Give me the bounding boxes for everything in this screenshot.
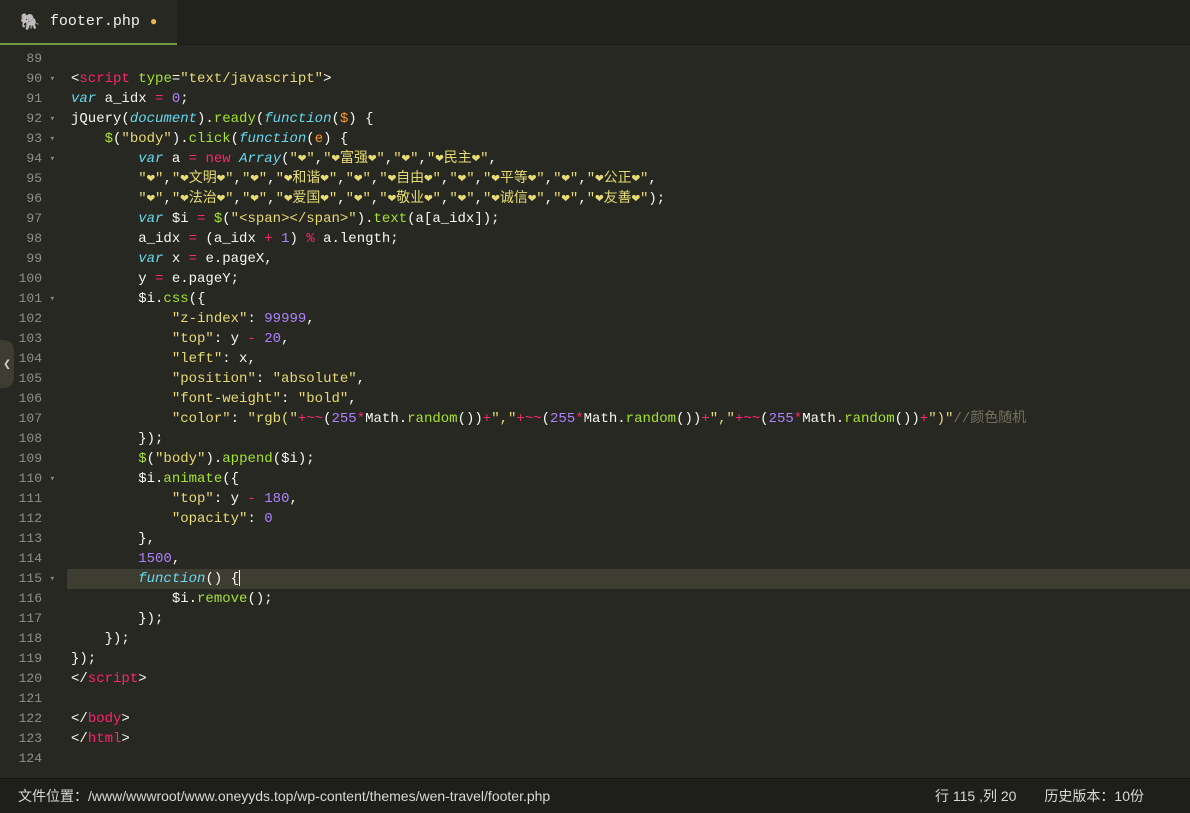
code-line[interactable]: });	[67, 609, 1190, 629]
line-number: 116	[0, 589, 55, 609]
code-line[interactable]: "top": y - 180,	[67, 489, 1190, 509]
line-number: 118	[0, 629, 55, 649]
code-line[interactable]: </html>	[67, 729, 1190, 749]
code-line[interactable]: var $i = $("<span></span>").text(a[a_idx…	[67, 209, 1190, 229]
line-number: 122	[0, 709, 55, 729]
code-area[interactable]: <script type="text/javascript">var a_idx…	[67, 45, 1190, 778]
code-line[interactable]: $("body").click(function(e) {	[67, 129, 1190, 149]
line-number: 108	[0, 429, 55, 449]
tab-title: footer.php	[50, 13, 140, 30]
code-line[interactable]: });	[67, 429, 1190, 449]
line-number: 106	[0, 389, 55, 409]
line-number: 91	[0, 89, 55, 109]
line-number: 114	[0, 549, 55, 569]
editor: ❮ 8990▾9192▾93▾94▾9596979899100101▾102 10…	[0, 45, 1190, 778]
line-number: 124	[0, 749, 55, 769]
code-line[interactable]: "opacity": 0	[67, 509, 1190, 529]
code-line[interactable]: $i.remove();	[67, 589, 1190, 609]
code-line[interactable]: function() {	[67, 569, 1190, 589]
code-line[interactable]: "z-index": 99999,	[67, 309, 1190, 329]
code-line[interactable]	[67, 49, 1190, 69]
history-versions[interactable]: 历史版本：10份	[1044, 786, 1144, 806]
code-line[interactable]: });	[67, 649, 1190, 669]
line-number: 96	[0, 189, 55, 209]
line-number: 115▾	[0, 569, 55, 589]
line-number: 99	[0, 249, 55, 269]
code-line[interactable]: jQuery(document).ready(function($) {	[67, 109, 1190, 129]
code-line[interactable]: });	[67, 629, 1190, 649]
tab-bar: 🐘 footer.php ●	[0, 0, 1190, 45]
line-number: 94▾	[0, 149, 55, 169]
line-gutter: 8990▾9192▾93▾94▾9596979899100101▾1021031…	[0, 45, 67, 778]
line-number: 123	[0, 729, 55, 749]
line-number: 98	[0, 229, 55, 249]
code-line[interactable]: var a_idx = 0;	[67, 89, 1190, 109]
code-line[interactable]: <script type="text/javascript">	[67, 69, 1190, 89]
line-number: 119	[0, 649, 55, 669]
code-line[interactable]: "❤","❤法治❤","❤","❤爱国❤","❤","❤敬业❤","❤","❤诚…	[67, 189, 1190, 209]
line-number: 117	[0, 609, 55, 629]
line-number: 113	[0, 529, 55, 549]
line-number: 92▾	[0, 109, 55, 129]
code-line[interactable]: },	[67, 529, 1190, 549]
line-number: 100	[0, 269, 55, 289]
line-number: 110▾	[0, 469, 55, 489]
line-number: 120	[0, 669, 55, 689]
line-number: 90▾	[0, 69, 55, 89]
line-number: 107	[0, 409, 55, 429]
code-line[interactable]: </script>	[67, 669, 1190, 689]
tab-footer-php[interactable]: 🐘 footer.php ●	[0, 0, 177, 45]
line-number: 101▾	[0, 289, 55, 309]
code-line[interactable]: a_idx = (a_idx + 1) % a.length;	[67, 229, 1190, 249]
code-line[interactable]	[67, 749, 1190, 769]
line-number: 93▾	[0, 129, 55, 149]
code-line[interactable]: "position": "absolute",	[67, 369, 1190, 389]
file-path: 文件位置：/www/wwwroot/www.oneyyds.top/wp-con…	[18, 786, 550, 806]
line-number: 89	[0, 49, 55, 69]
code-line[interactable]: $i.animate({	[67, 469, 1190, 489]
code-line[interactable]: "color": "rgb("+~~(255*Math.random())+",…	[67, 409, 1190, 429]
code-line[interactable]: "❤","❤文明❤","❤","❤和谐❤","❤","❤自由❤","❤","❤平…	[67, 169, 1190, 189]
status-bar: 文件位置：/www/wwwroot/www.oneyyds.top/wp-con…	[0, 778, 1190, 813]
panel-collapse-chevron[interactable]: ❮	[0, 340, 14, 388]
code-line[interactable]	[67, 689, 1190, 709]
code-line[interactable]: "font-weight": "bold",	[67, 389, 1190, 409]
line-number: 97	[0, 209, 55, 229]
code-line[interactable]: 1500,	[67, 549, 1190, 569]
line-number: 121	[0, 689, 55, 709]
line-number: 112	[0, 509, 55, 529]
cursor-position: 行 115 ,列 20	[935, 786, 1016, 806]
code-line[interactable]: </body>	[67, 709, 1190, 729]
code-line[interactable]: "top": y - 20,	[67, 329, 1190, 349]
code-line[interactable]: var a = new Array("❤","❤富强❤","❤","❤民主❤",	[67, 149, 1190, 169]
line-number: 111	[0, 489, 55, 509]
file-icon: 🐘	[20, 12, 40, 32]
code-line[interactable]: y = e.pageY;	[67, 269, 1190, 289]
line-number: 95	[0, 169, 55, 189]
code-line[interactable]: "left": x,	[67, 349, 1190, 369]
code-line[interactable]: $i.css({	[67, 289, 1190, 309]
code-line[interactable]: $("body").append($i);	[67, 449, 1190, 469]
code-line[interactable]: var x = e.pageX,	[67, 249, 1190, 269]
line-number: 109	[0, 449, 55, 469]
line-number: 102	[0, 309, 55, 329]
modified-icon: ●	[150, 15, 157, 29]
